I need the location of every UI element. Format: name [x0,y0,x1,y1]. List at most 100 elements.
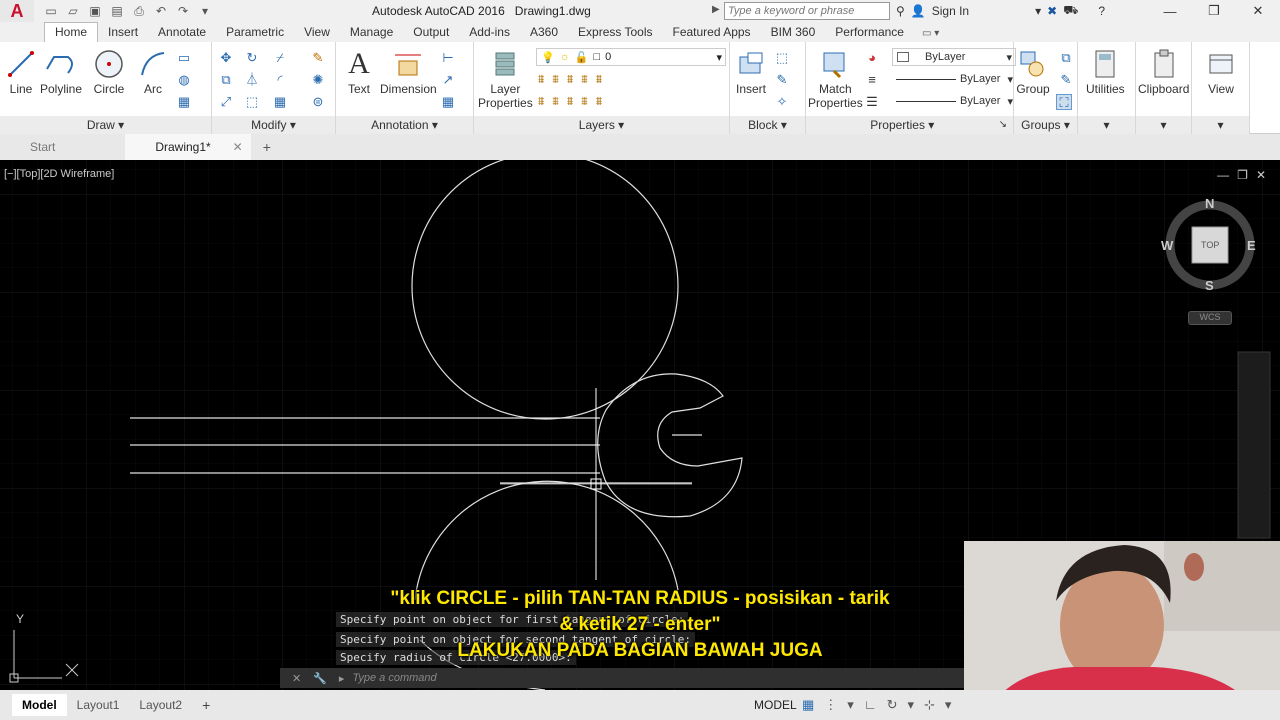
osnap-icon[interactable]: ⊹ [924,697,935,713]
circle-tool[interactable]: Circle [92,46,126,96]
ribbon-tab-annotate[interactable]: Annotate [148,23,216,42]
save-as-icon[interactable]: ▤ [108,4,126,19]
layout1-tab[interactable]: Layout1 [67,694,130,716]
plot-icon[interactable]: ⎙ [130,4,148,19]
polar-icon[interactable]: ↻ [887,697,898,713]
match-properties-tool[interactable]: Match Properties [808,46,863,110]
ribbon-options-icon[interactable]: ▭ ▾ [922,28,939,42]
utilities-tool[interactable]: Utilities [1086,46,1125,96]
command-close-icon[interactable]: ✕ [292,672,301,685]
help-icon[interactable]: ? [1098,4,1105,18]
dimension-tool[interactable]: Dimension [380,46,437,96]
grid-icon[interactable]: ▦ [802,697,814,713]
binoculars-icon[interactable]: ⚲ [896,4,905,18]
hatch-icon[interactable]: ◍ [176,72,192,88]
ribbon-tab-insert[interactable]: Insert [98,23,148,42]
ribbon-tab-bim-360[interactable]: BIM 360 [761,23,826,42]
search-input[interactable]: Type a keyword or phrase [724,2,890,20]
ungroup-icon[interactable]: ⧉ [1058,50,1074,66]
modify-panel-title[interactable]: Modify ▾ [212,116,335,134]
viewport-restore-icon[interactable]: ❐ [1237,168,1248,182]
navigation-bar[interactable] [1237,351,1271,539]
table-icon[interactable]: ▦ [440,94,456,110]
layout2-tab[interactable]: Layout2 [129,694,192,716]
minimize-icon[interactable]: — [1148,0,1192,22]
viewport-minimize-icon[interactable]: — [1217,168,1229,182]
sign-in-button[interactable]: Sign In [932,4,969,18]
start-tab[interactable]: Start [0,134,85,160]
restore-icon[interactable]: ❐ [1192,0,1236,22]
close-icon[interactable]: ✕ [1236,0,1280,22]
chevron-down-icon[interactable]: ▾ [945,697,952,713]
customize-wrench-icon[interactable]: 🔧 [313,672,327,685]
viewcube-west[interactable]: W [1161,238,1173,253]
group-tool[interactable]: Group [1016,46,1050,96]
color-dropdown[interactable]: ByLayer ▾ [892,48,1016,66]
offset-icon[interactable]: ⊜ [310,94,326,110]
polyline-tool[interactable]: Polyline [40,46,82,96]
exchange-apps-icon[interactable]: ✖ [1047,4,1057,18]
wcs-menu[interactable]: WCS [1188,311,1232,325]
fillet-icon[interactable]: ◜ [272,72,288,88]
layer-walk-icon[interactable]: ⩩ [596,94,602,109]
add-layout-button[interactable]: + [192,697,220,713]
utilities-panel-title[interactable]: ▾ [1078,116,1135,134]
ribbon-tab-performance[interactable]: Performance [825,23,914,42]
layer-lock-icon[interactable]: ⩩ [581,94,587,109]
application-menu-button[interactable]: A [0,0,34,22]
open-icon[interactable]: ▱ [64,4,82,19]
command-input[interactable]: Type a command [352,672,436,684]
a360-icon[interactable]: ⛟ [1063,3,1078,19]
trim-icon[interactable]: ⌿ [272,50,288,66]
layer-unisolate-icon[interactable]: ⩩ [581,72,587,87]
lineweight-dropdown[interactable]: ByLayer ▾ [892,92,1016,110]
viewcube-north[interactable]: N [1205,196,1214,211]
group-selection-icon[interactable]: ⛶ [1056,94,1072,110]
line-tool[interactable]: Line [4,46,38,96]
viewcube-top-face[interactable]: TOP [1201,240,1219,250]
edit-block-icon[interactable]: ✎ [774,72,790,88]
rectangle-icon[interactable]: ▭ [176,50,192,66]
layer-properties-tool[interactable]: Layer Properties [478,46,533,110]
explode-icon[interactable]: ✺ [310,72,326,88]
ribbon-tab-parametric[interactable]: Parametric [216,23,294,42]
move-icon[interactable]: ✥ [218,50,234,66]
leader-icon[interactable]: ↗ [440,72,456,88]
ribbon-tab-express-tools[interactable]: Express Tools [568,23,662,42]
scale-icon[interactable]: ⬚ [244,94,260,110]
dialog-launcher-icon[interactable]: ↘ [999,116,1007,134]
ribbon-tab-add-ins[interactable]: Add-ins [459,23,520,42]
insert-tool[interactable]: Insert [734,46,768,96]
ribbon-tab-a360[interactable]: A360 [520,23,568,42]
model-tab[interactable]: Model [12,694,67,716]
viewport-label[interactable]: [−][Top][2D Wireframe] [4,168,114,180]
draw-panel-title[interactable]: Draw ▾ [0,116,211,134]
text-tool[interactable]: A Text [342,46,376,96]
layer-dropdown[interactable]: 💡 ☼ 🔓 □ 0 ▾ [536,48,726,66]
block-panel-title[interactable]: Block ▾ [730,116,805,134]
new-tab-button[interactable]: + [251,139,283,155]
layer-match-icon[interactable]: ⩩ [552,72,558,87]
erase-icon[interactable]: ✎ [310,50,326,66]
search-expand-icon[interactable]: ▶ [712,4,720,15]
group-edit-icon[interactable]: ✎ [1058,72,1074,88]
clipboard-tool[interactable]: Clipboard [1138,46,1189,96]
undo-icon[interactable]: ↶ [152,4,170,19]
arc-tool[interactable]: Arc [136,46,170,96]
attribute-icon[interactable]: ✧ [774,94,790,110]
layer-previous-icon[interactable]: ⩩ [567,72,573,87]
clipboard-panel-title[interactable]: ▾ [1136,116,1191,134]
new-icon[interactable]: ▭ [42,4,60,19]
chevron-down-icon[interactable]: ▾ [847,697,854,713]
annotation-panel-title[interactable]: Annotation ▾ [336,116,473,134]
close-tab-icon[interactable]: ✕ [233,140,243,154]
array-icon[interactable]: ▦ [272,94,288,110]
mirror-icon[interactable]: ⏃ [244,72,260,88]
customize-qat-icon[interactable]: ▾ [196,4,214,19]
view-tool[interactable]: View [1204,46,1238,96]
view-panel-title[interactable]: ▾ [1192,116,1249,134]
layers-panel-title[interactable]: Layers ▾ [474,116,729,134]
save-icon[interactable]: ▣ [86,4,104,19]
layer-off-icon[interactable]: ⩩ [567,94,573,109]
layer-freeze-icon[interactable]: ⩩ [596,72,602,87]
